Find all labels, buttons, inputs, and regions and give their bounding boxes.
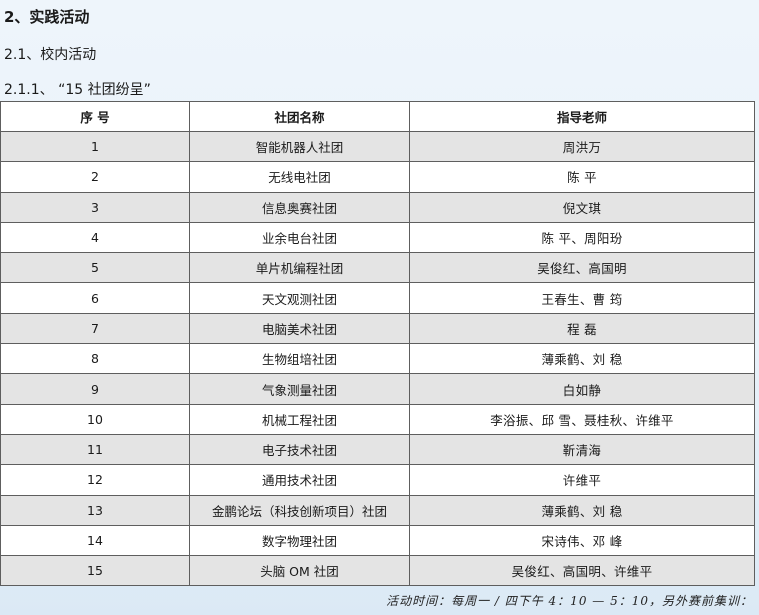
cell-number: 9 — [0, 373, 190, 405]
table-row: 1 智能机器人社团 周洪万 — [0, 130, 755, 163]
cell-number: 13 — [0, 494, 190, 526]
cell-club-name: 业余电台社团 — [189, 221, 410, 254]
club-table: 序 号 社团名称 指导老师 1 智能机器人社团 周洪万 2 无线电社团陈 平 3 信息奥… — [0, 101, 755, 587]
cell-club-name: 金鹏论坛（科技创新项目）社团 — [189, 494, 410, 526]
table-row: 2 无线电社团陈 平 — [0, 161, 755, 193]
header-club-name: 社团名称 — [189, 101, 410, 132]
table-row: 7 电脑美术社团程 磊 — [0, 312, 755, 345]
header-teacher: 指导老师 — [409, 101, 755, 132]
table-row: 15 头脑 OM 社团 吴俊红、高国明、许维平 — [0, 555, 755, 587]
cell-teacher: 陈 平 — [409, 161, 755, 193]
table-row: 8 生物组培社团 薄乘鹤、刘 稳 — [0, 343, 755, 375]
cell-teacher: 薄乘鹤、刘 稳 — [409, 494, 755, 526]
cell-teacher: 李浴振、邱 雪、聂桂秋、许维平 — [409, 403, 755, 435]
table-row: 14 数字物理社团 宋诗伟、邓 峰 — [0, 524, 755, 557]
cell-number: 14 — [0, 524, 190, 557]
activity-time-note: 活动时间：每周一 / 四下午 4：10 — 5：10，另外赛前集训： — [386, 594, 753, 608]
cell-teacher: 宋诗伟、邓 峰 — [409, 524, 755, 557]
cell-number: 6 — [0, 282, 190, 314]
cell-club-name: 天文观测社团 — [189, 282, 410, 314]
cell-number: 2 — [0, 161, 190, 193]
cell-number: 7 — [0, 312, 190, 345]
cell-number: 8 — [0, 343, 190, 375]
cell-number: 5 — [0, 252, 190, 284]
cell-teacher: 陈 平、周阳玢 — [409, 221, 755, 254]
table-row: 13 金鹏论坛（科技创新项目）社团 薄乘鹤、刘 稳 — [0, 494, 755, 526]
section-heading-campus-activities: 2.1、校内活动 — [4, 47, 97, 63]
cell-teacher: 吴俊红、高国明、许维平 — [409, 555, 755, 587]
table-row: 4 业余电台社团陈 平、周阳玢 — [0, 221, 755, 254]
table-row: 11 电子技术社团 靳清海 — [0, 433, 755, 466]
table-header-row: 序 号 社团名称 指导老师 — [0, 101, 755, 132]
table-row: 9 气象测量社团 白如静 — [0, 373, 755, 405]
cell-number: 15 — [0, 555, 190, 587]
cell-teacher: 周洪万 — [409, 130, 755, 163]
cell-number: 3 — [0, 191, 190, 223]
table-row: 12 通用技术社团 许维平 — [0, 464, 755, 496]
cell-club-name: 生物组培社团 — [189, 343, 410, 375]
cell-teacher: 倪文琪 — [409, 191, 755, 223]
cell-club-name: 头脑 OM 社团 — [189, 555, 410, 587]
cell-club-name: 数字物理社团 — [189, 524, 410, 557]
cell-club-name: 智能机器人社团 — [189, 130, 410, 163]
cell-number: 10 — [0, 403, 190, 435]
cell-number: 4 — [0, 221, 190, 254]
cell-club-name: 气象测量社团 — [189, 373, 410, 405]
section-heading-clubs: 2.1.1、 “15 社团纷呈” — [4, 82, 151, 98]
table-row: 3 信息奥赛社团 倪文琪 — [0, 191, 755, 223]
cell-club-name: 电子技术社团 — [189, 433, 410, 466]
cell-club-name: 信息奥赛社团 — [189, 191, 410, 223]
cell-club-name: 单片机编程社团 — [189, 252, 410, 284]
cell-number: 1 — [0, 130, 190, 163]
cell-number: 12 — [0, 464, 190, 496]
cell-teacher: 靳清海 — [409, 433, 755, 466]
cell-teacher: 薄乘鹤、刘 稳 — [409, 343, 755, 375]
cell-club-name: 机械工程社团 — [189, 403, 410, 435]
cell-teacher: 白如静 — [409, 373, 755, 405]
table-row: 6 天文观测社团 王春生、曹 筠 — [0, 282, 755, 314]
cell-teacher: 吴俊红、高国明 — [409, 252, 755, 284]
cell-teacher: 王春生、曹 筠 — [409, 282, 755, 314]
cell-club-name: 无线电社团 — [189, 161, 410, 193]
cell-club-name: 通用技术社团 — [189, 464, 410, 496]
cell-teacher: 许维平 — [409, 464, 755, 496]
table-row: 5 单片机编程社团 吴俊红、高国明 — [0, 252, 755, 284]
table-row: 10 机械工程社团 李浴振、邱 雪、聂桂秋、许维平 — [0, 403, 755, 435]
header-number: 序 号 — [0, 101, 190, 132]
section-heading-practice: 2、实践活动 — [4, 8, 90, 26]
cell-club-name: 电脑美术社团 — [189, 312, 410, 345]
cell-teacher: 程 磊 — [409, 312, 755, 345]
cell-number: 11 — [0, 433, 190, 466]
